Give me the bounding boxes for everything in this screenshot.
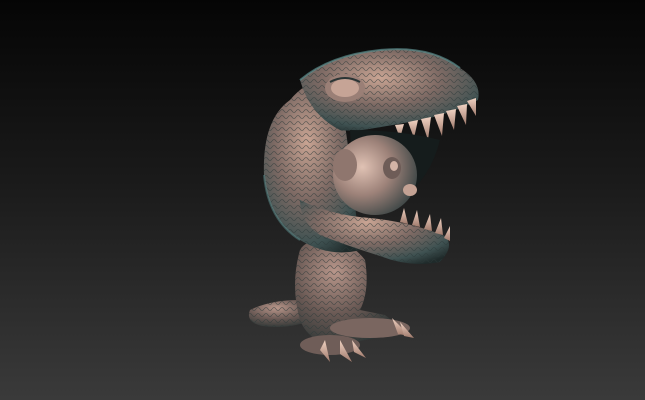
- dinosaur-figure-render: [248, 48, 479, 362]
- child-ear: [333, 149, 357, 181]
- child-nose: [403, 184, 417, 196]
- back-foot: [300, 335, 360, 355]
- 3d-viewport[interactable]: [0, 0, 645, 400]
